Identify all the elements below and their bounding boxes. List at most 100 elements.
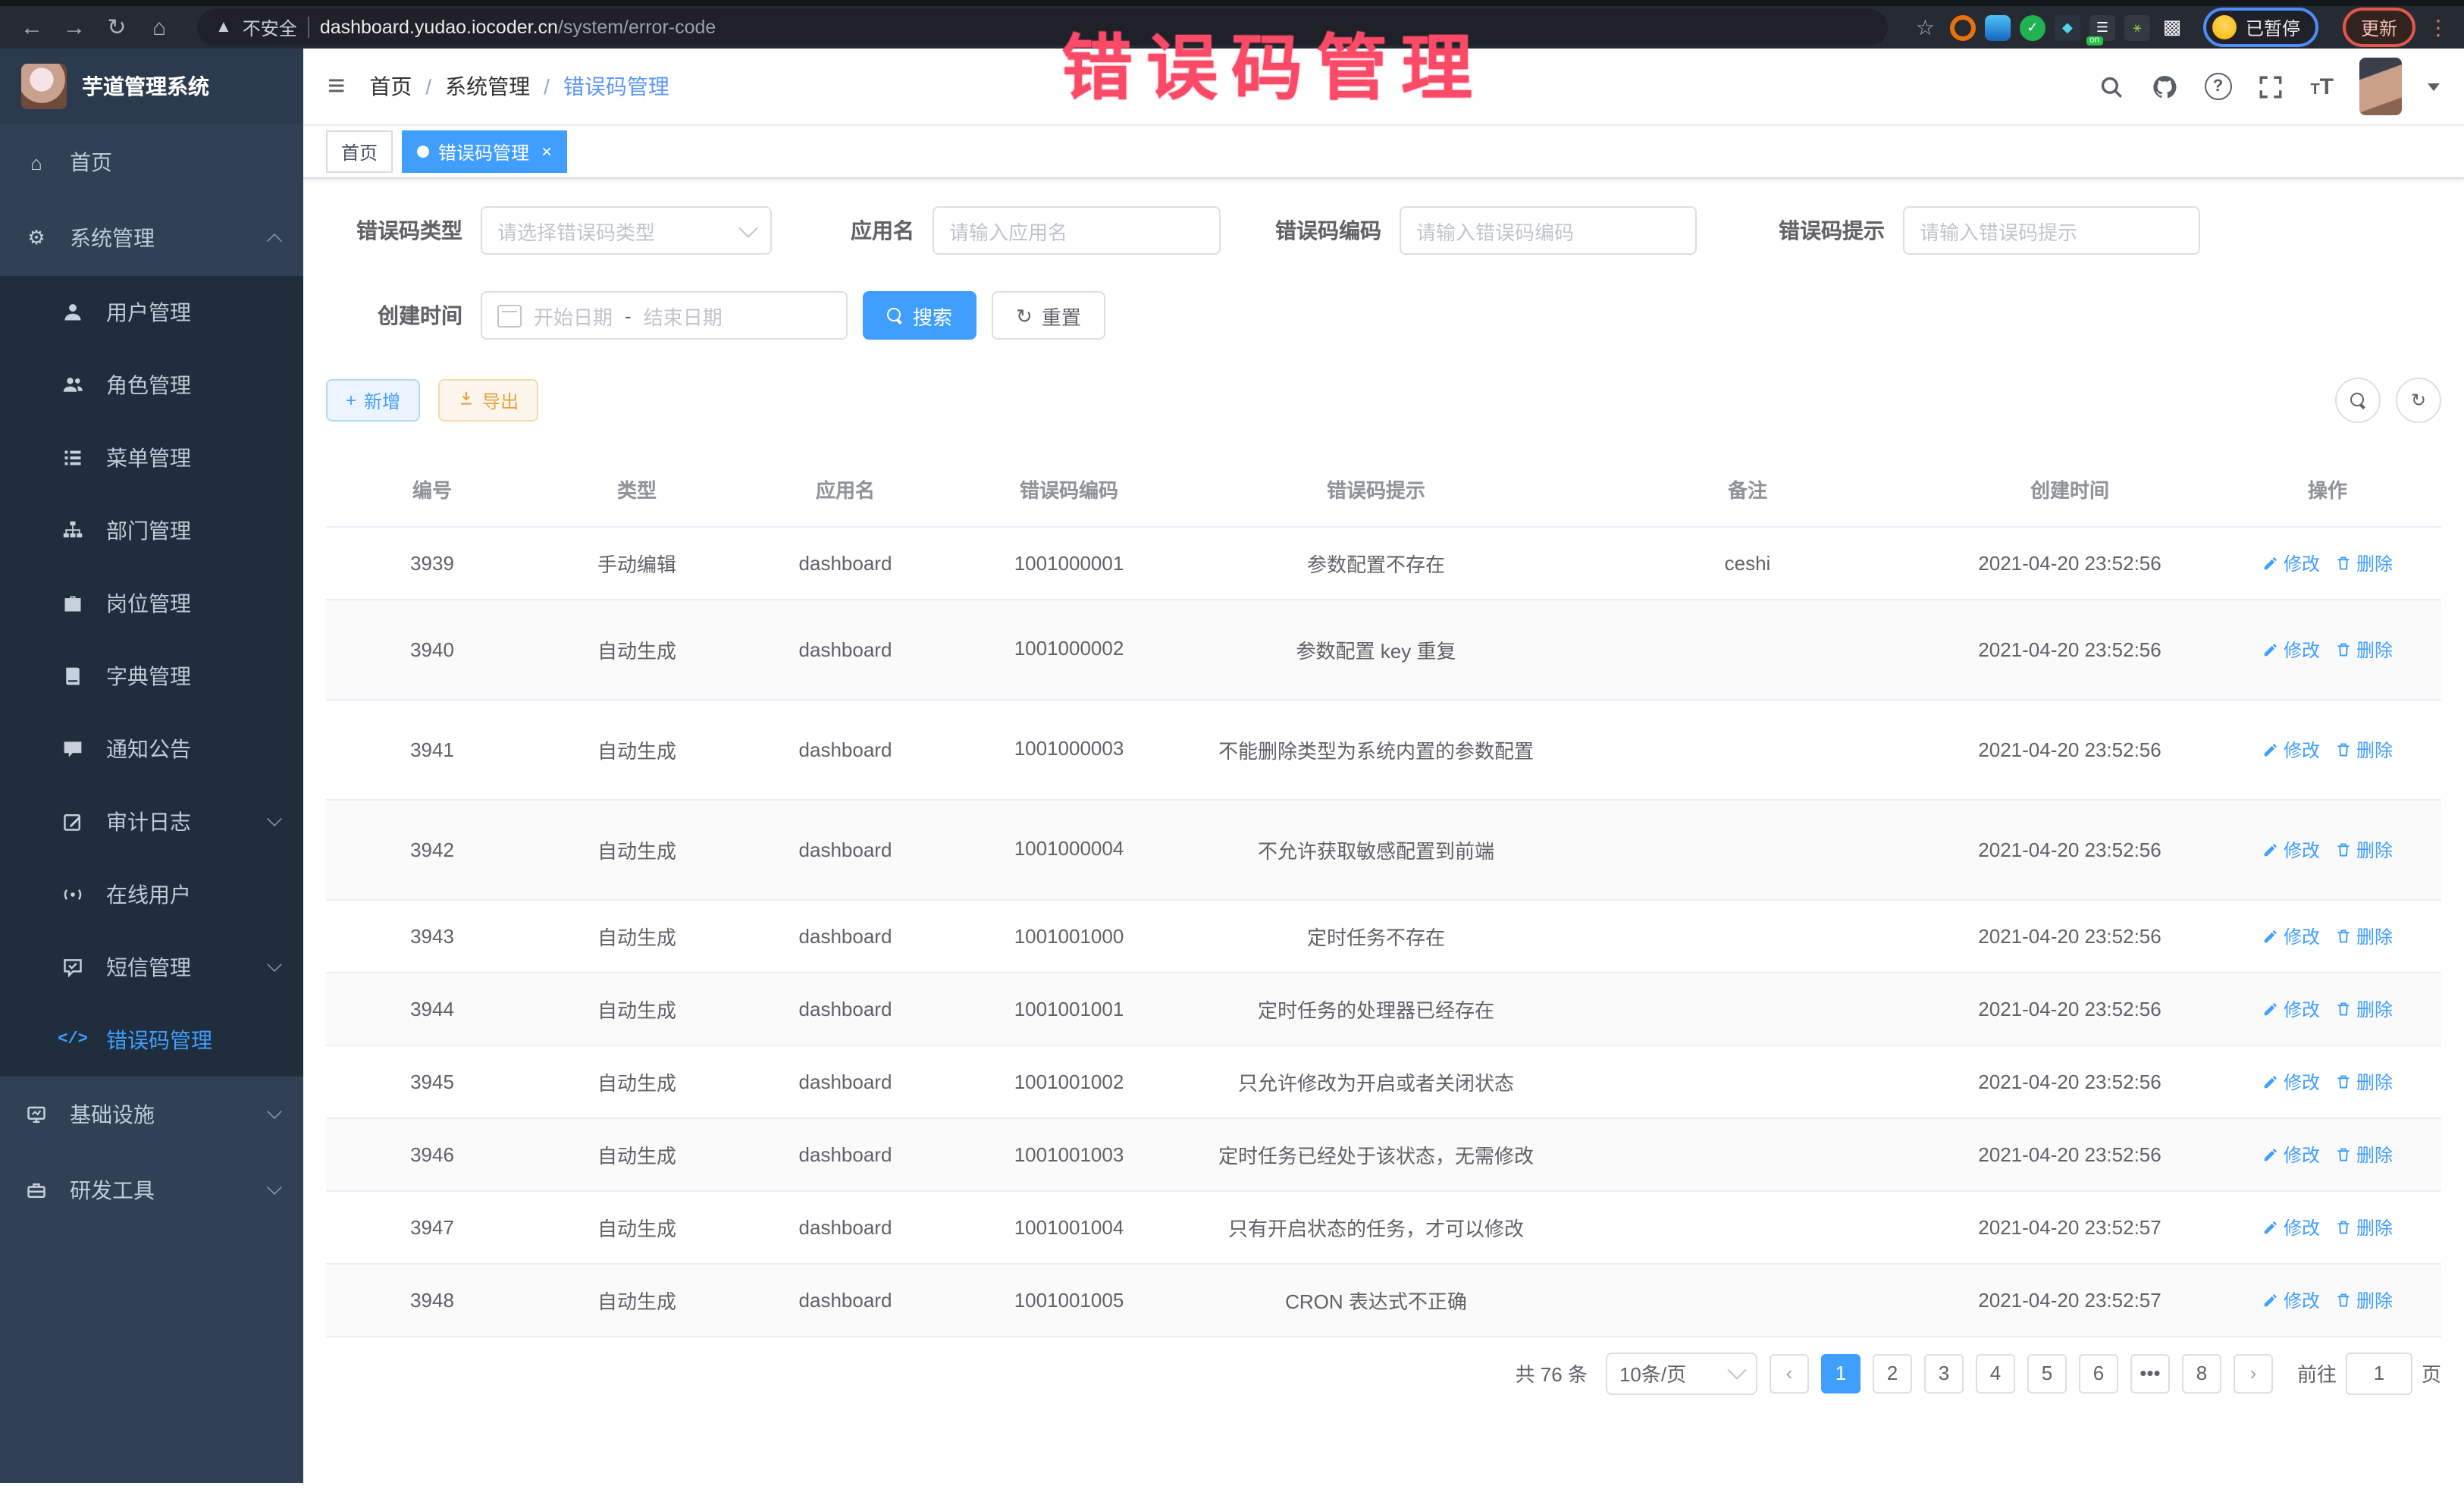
sidebar-item-online-users[interactable]: 在线用户 xyxy=(0,858,303,931)
user-avatar[interactable] xyxy=(2359,58,2402,115)
delete-link[interactable]: 删除 xyxy=(2335,995,2393,1021)
sidebar-item-menus[interactable]: 菜单管理 xyxy=(0,422,303,494)
logo[interactable]: 芋道管理系统 xyxy=(0,49,303,124)
extension-icon-switch[interactable]: on☰ xyxy=(2089,14,2115,40)
edit-link[interactable]: 修改 xyxy=(2262,923,2320,948)
error-hint-input[interactable]: 请输入错误码提示 xyxy=(1903,206,2200,255)
cell-remark xyxy=(1569,899,1926,972)
bookmark-star-icon[interactable]: ☆ xyxy=(1916,14,1935,40)
next-page-button[interactable]: › xyxy=(2234,1353,2273,1393)
sidebar-item-notice[interactable]: 通知公告 xyxy=(0,713,303,785)
edit-link[interactable]: 修改 xyxy=(2262,1214,2320,1240)
extension-icon-check[interactable]: ✓ xyxy=(2020,14,2045,40)
sidebar-item-home[interactable]: ⌂ 首页 xyxy=(0,124,303,200)
github-icon[interactable] xyxy=(2151,73,2178,100)
error-code-input[interactable]: 请输入错误码编码 xyxy=(1400,206,1697,255)
search-toggle-button[interactable] xyxy=(2335,378,2381,423)
profile-paused-badge[interactable]: 已暂停 xyxy=(2203,8,2318,47)
sidebar-item-sms[interactable]: 短信管理 xyxy=(0,931,303,1004)
sidebar-item-system[interactable]: ⚙ 系统管理 xyxy=(0,200,303,276)
cell-time: 2021-04-20 23:52:56 xyxy=(1926,799,2214,899)
help-icon[interactable]: ? xyxy=(2204,73,2231,100)
goto-page-input[interactable]: 1 xyxy=(2346,1352,2412,1394)
extension-icon-puzzle[interactable]: ▩ xyxy=(2159,14,2185,40)
edit-link[interactable]: 修改 xyxy=(2262,836,2320,862)
back-icon[interactable]: ← xyxy=(15,14,49,40)
reset-button[interactable]: ↻ 重置 xyxy=(992,291,1105,340)
export-button[interactable]: 导出 xyxy=(438,379,538,422)
page-button[interactable]: 2 xyxy=(1873,1353,1912,1393)
divider xyxy=(308,17,309,38)
edit-link[interactable]: 修改 xyxy=(2262,995,2320,1021)
edit-link[interactable]: 修改 xyxy=(2262,1068,2320,1094)
delete-link[interactable]: 删除 xyxy=(2335,1287,2393,1312)
cell-time: 2021-04-20 23:52:56 xyxy=(1926,1118,2214,1190)
extension-icon-key[interactable]: ⚹ xyxy=(2124,14,2150,40)
app-name: 芋道管理系统 xyxy=(82,71,209,102)
edit-link[interactable]: 修改 xyxy=(2262,550,2320,575)
forward-icon[interactable]: → xyxy=(58,14,91,40)
date-range-picker[interactable]: 开始日期 - 结束日期 xyxy=(481,291,848,340)
caret-down-icon[interactable] xyxy=(2428,83,2440,90)
page-button[interactable]: 3 xyxy=(1924,1353,1964,1393)
add-button[interactable]: + 新增 xyxy=(326,379,420,422)
paused-label: 已暂停 xyxy=(2246,14,2300,40)
table-row: 3945 自动生成 dashboard 1001001002 只允许修改为开启或… xyxy=(326,1045,2441,1118)
delete-link[interactable]: 删除 xyxy=(2335,636,2393,662)
page-ellipsis[interactable]: ••• xyxy=(2130,1353,2170,1393)
extension-icon-target[interactable] xyxy=(1950,14,1976,40)
close-icon[interactable]: × xyxy=(541,141,552,162)
update-button[interactable]: 更新 xyxy=(2343,8,2415,47)
sidebar-item-infra[interactable]: 基础设施 xyxy=(0,1077,303,1152)
search-button[interactable]: 搜索 xyxy=(863,291,977,340)
sidebar-item-audit-log[interactable]: 审计日志 xyxy=(0,785,303,858)
sidebar-item-departments[interactable]: 部门管理 xyxy=(0,494,303,567)
delete-link[interactable]: 删除 xyxy=(2335,550,2393,575)
sidebar-item-roles[interactable]: 角色管理 xyxy=(0,349,303,422)
sidebar-item-users[interactable]: 用户管理 xyxy=(0,276,303,349)
breadcrumb-system[interactable]: 系统管理 xyxy=(445,71,530,102)
edit-link[interactable]: 修改 xyxy=(2262,636,2320,662)
delete-link[interactable]: 删除 xyxy=(2335,1141,2393,1167)
tag-error-code[interactable]: 错误码管理 × xyxy=(402,130,567,173)
font-size-icon[interactable]: TT xyxy=(2310,74,2334,99)
edit-link[interactable]: 修改 xyxy=(2262,1287,2320,1312)
home-icon[interactable]: ⌂ xyxy=(143,14,176,40)
delete-link[interactable]: 删除 xyxy=(2335,923,2393,948)
tag-home[interactable]: 首页 xyxy=(326,130,393,173)
sidebar-item-dict[interactable]: 字典管理 xyxy=(0,640,303,713)
page-button[interactable]: 4 xyxy=(1976,1353,2015,1393)
delete-link[interactable]: 删除 xyxy=(2335,736,2393,762)
delete-link[interactable]: 删除 xyxy=(2335,836,2393,862)
breadcrumb-home[interactable]: 首页 xyxy=(369,71,412,102)
delete-link[interactable]: 删除 xyxy=(2335,1068,2393,1094)
edit-link[interactable]: 修改 xyxy=(2262,736,2320,762)
page-size-select[interactable]: 10条/页 xyxy=(1606,1352,1757,1394)
reload-icon[interactable]: ↻ xyxy=(100,14,133,41)
prev-page-button[interactable]: ‹ xyxy=(1770,1353,1809,1393)
address-bar[interactable]: ▲ 不安全 dashboard.yudao.iocoder.cn/system/… xyxy=(197,9,1889,45)
security-label[interactable]: 不安全 xyxy=(243,14,297,40)
col-header-time: 创建时间 xyxy=(1926,453,2214,526)
refresh-button[interactable]: ↻ xyxy=(2396,378,2441,423)
app-name-input[interactable]: 请输入应用名 xyxy=(933,206,1221,255)
extension-icon-gem[interactable] xyxy=(1985,14,2011,40)
fullscreen-icon[interactable] xyxy=(2257,73,2284,100)
delete-link[interactable]: 删除 xyxy=(2335,1214,2393,1240)
cell-time: 2021-04-20 23:52:57 xyxy=(1926,1190,2214,1263)
search-icon[interactable] xyxy=(2098,73,2125,100)
page-button-active[interactable]: 1 xyxy=(1821,1353,1861,1393)
sidebar-item-error-code[interactable]: </> 错误码管理 xyxy=(0,1004,303,1077)
error-type-select[interactable]: 请选择错误码类型 xyxy=(481,206,772,255)
extension-icon-grid[interactable]: ◆ xyxy=(2055,14,2080,40)
page-button[interactable]: 5 xyxy=(2027,1353,2067,1393)
page-button[interactable]: 6 xyxy=(2079,1353,2118,1393)
edit-link[interactable]: 修改 xyxy=(2262,1141,2320,1167)
table-row: 3943 自动生成 dashboard 1001001000 定时任务不存在 2… xyxy=(326,899,2441,972)
sidebar-item-posts[interactable]: 岗位管理 xyxy=(0,567,303,640)
cell-id: 3946 xyxy=(326,1118,538,1190)
hamburger-icon[interactable]: ≡ xyxy=(328,69,345,104)
sidebar-item-dev-tools[interactable]: 研发工具 xyxy=(0,1152,303,1228)
page-button[interactable]: 8 xyxy=(2182,1353,2221,1393)
menu-kebab-icon[interactable]: ⋮ xyxy=(2428,14,2449,40)
